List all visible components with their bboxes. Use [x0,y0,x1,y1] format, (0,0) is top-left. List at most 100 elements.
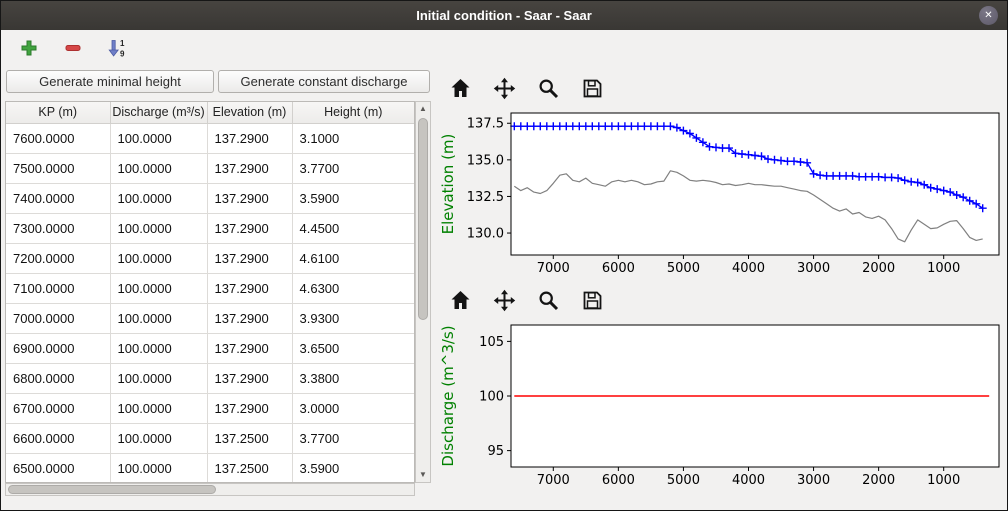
save-button[interactable] [577,73,607,103]
table-cell[interactable]: 6600.0000 [6,423,110,453]
discharge-plot[interactable]: 700060005000400030002000100095100105Disc… [437,319,1005,493]
table-cell[interactable]: 137.2900 [207,213,292,243]
table-row: 6800.0000100.0000137.29003.3800 [6,363,414,393]
table-cell[interactable]: 3.7700 [292,153,414,183]
table-cell[interactable]: 3.3800 [292,363,414,393]
table-row: 7000.0000100.0000137.29003.9300 [6,303,414,333]
column-header[interactable]: Elevation (m) [207,102,292,123]
table-row: 7200.0000100.0000137.29004.6100 [6,243,414,273]
table-cell[interactable]: 6700.0000 [6,393,110,423]
floppy-disk-icon [581,77,604,100]
column-header[interactable]: Height (m) [292,102,414,123]
table-cell[interactable]: 100.0000 [110,363,207,393]
table-cell[interactable]: 6500.0000 [6,453,110,483]
table-cell[interactable]: 100.0000 [110,183,207,213]
pan-button[interactable] [489,285,519,315]
remove-row-button[interactable] [61,36,85,60]
table-cell[interactable]: 100.0000 [110,453,207,483]
table-cell[interactable]: 3.7700 [292,423,414,453]
table-cell[interactable]: 6800.0000 [6,363,110,393]
table-cell[interactable]: 137.2900 [207,303,292,333]
svg-text:132.5: 132.5 [467,190,504,205]
table-cell[interactable]: 137.2500 [207,453,292,483]
table-cell[interactable]: 3.5900 [292,183,414,213]
table-body: 7600.0000100.0000137.29003.10007500.0000… [6,123,414,483]
table-row: 6600.0000100.0000137.25003.7700 [6,423,414,453]
svg-text:137.5: 137.5 [467,117,504,132]
generate-constant-discharge-button[interactable]: Generate constant discharge [218,70,430,93]
table-vertical-scrollbar[interactable]: ▲ ▼ [415,101,431,483]
table-cell[interactable]: 4.6100 [292,243,414,273]
sort-digit-9: 9 [120,49,125,58]
table-cell[interactable]: 7300.0000 [6,213,110,243]
table-cell[interactable]: 7600.0000 [6,123,110,153]
column-header[interactable]: KP (m) [6,102,110,123]
table-cell[interactable]: 137.2900 [207,123,292,153]
elevation-plot[interactable]: 7000600050004000300020001000130.0132.513… [437,107,1005,281]
horizontal-scrollbar-thumb[interactable] [8,485,216,494]
zoom-button[interactable] [533,73,563,103]
plus-icon [20,39,38,57]
scroll-down-arrow-icon[interactable]: ▼ [416,468,430,482]
table-cell[interactable]: 7200.0000 [6,243,110,273]
table-cell[interactable]: 3.1000 [292,123,414,153]
table-cell[interactable]: 137.2900 [207,333,292,363]
home-button[interactable] [445,285,475,315]
table-cell[interactable]: 4.4500 [292,213,414,243]
svg-text:4000: 4000 [732,261,765,276]
save-button[interactable] [577,285,607,315]
table-cell[interactable]: 6900.0000 [6,333,110,363]
table-cell[interactable]: 100.0000 [110,303,207,333]
table-cell[interactable]: 137.2900 [207,183,292,213]
table-row: 7500.0000100.0000137.29003.7700 [6,153,414,183]
svg-text:135.0: 135.0 [467,153,504,168]
minus-icon [64,39,82,57]
table-cell[interactable]: 3.5900 [292,453,414,483]
magnifier-icon [537,289,560,312]
table-row: 6700.0000100.0000137.29003.0000 [6,393,414,423]
table-cell[interactable]: 100.0000 [110,393,207,423]
table-cell[interactable]: 137.2900 [207,393,292,423]
pan-button[interactable] [489,73,519,103]
table-cell[interactable]: 100.0000 [110,333,207,363]
initial-condition-table: KP (m)Discharge (m³/s)Elevation (m)Heigh… [5,101,415,483]
zoom-button[interactable] [533,285,563,315]
table-cell[interactable]: 7100.0000 [6,273,110,303]
table-cell[interactable]: 100.0000 [110,243,207,273]
close-button[interactable]: ✕ [979,6,998,25]
table-cell[interactable]: 137.2900 [207,153,292,183]
table-cell[interactable]: 3.6500 [292,333,414,363]
table-cell[interactable]: 137.2900 [207,273,292,303]
titlebar[interactable]: Initial condition - Saar - Saar ✕ [1,1,1007,30]
vertical-scrollbar-thumb[interactable] [418,118,428,320]
table-cell[interactable]: 137.2900 [207,363,292,393]
main-toolbar: 1 9 [1,30,1007,65]
svg-text:2000: 2000 [862,473,895,488]
table-cell[interactable]: 137.2900 [207,243,292,273]
elevation-plot-toolbar [445,73,607,103]
table-cell[interactable]: 100.0000 [110,123,207,153]
table-cell[interactable]: 3.0000 [292,393,414,423]
svg-text:95: 95 [487,444,504,459]
table-cell[interactable]: 137.2500 [207,423,292,453]
table-cell[interactable]: 7400.0000 [6,183,110,213]
table-cell[interactable]: 7500.0000 [6,153,110,183]
table-cell[interactable]: 100.0000 [110,213,207,243]
window-title: Initial condition - Saar - Saar [416,8,592,23]
table-row: 7300.0000100.0000137.29004.4500 [6,213,414,243]
add-row-button[interactable] [17,36,41,60]
home-button[interactable] [445,73,475,103]
table-horizontal-scrollbar[interactable] [5,483,415,496]
home-icon [449,289,472,312]
column-header[interactable]: Discharge (m³/s) [110,102,207,123]
generate-minimal-height-button[interactable]: Generate minimal height [6,70,214,93]
sort-button[interactable]: 1 9 [105,36,129,60]
sort-ascending-icon: 1 9 [107,38,127,58]
table-cell[interactable]: 3.9300 [292,303,414,333]
table-cell[interactable]: 4.6300 [292,273,414,303]
scroll-up-arrow-icon[interactable]: ▲ [416,102,430,116]
table-cell[interactable]: 100.0000 [110,273,207,303]
table-cell[interactable]: 100.0000 [110,153,207,183]
table-cell[interactable]: 100.0000 [110,423,207,453]
table-cell[interactable]: 7000.0000 [6,303,110,333]
